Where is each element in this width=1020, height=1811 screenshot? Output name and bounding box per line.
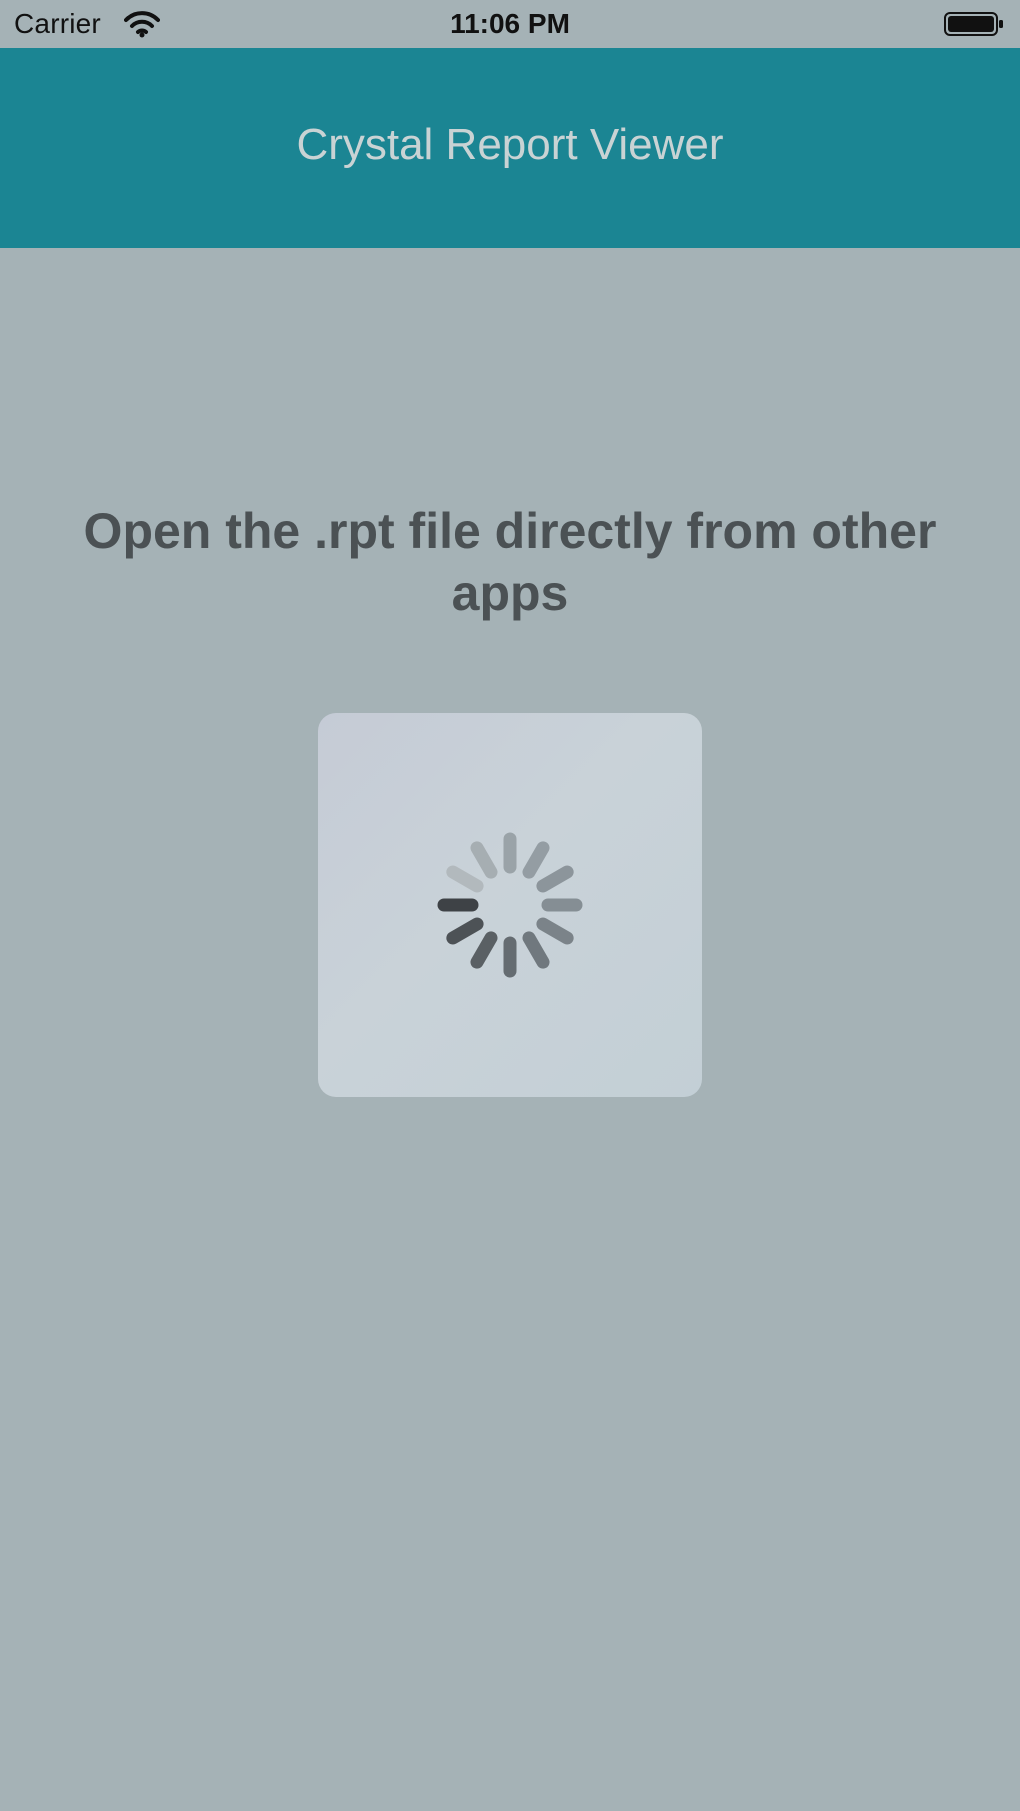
instruction-message: Open the .rpt file directly from other a…	[83, 503, 937, 621]
activity-spinner-icon	[437, 832, 583, 978]
navigation-bar: Crystal Report Viewer	[0, 48, 1020, 248]
app-screen: Carrier 11:06 PM Crystal Report Viewer O…	[0, 0, 1020, 1811]
nav-title: Crystal Report Viewer	[296, 120, 724, 169]
status-bar: Carrier 11:06 PM	[0, 0, 1020, 48]
status-time: 11:06 PM	[450, 8, 570, 39]
battery-icon	[944, 12, 1003, 36]
loading-hud	[318, 713, 702, 1097]
